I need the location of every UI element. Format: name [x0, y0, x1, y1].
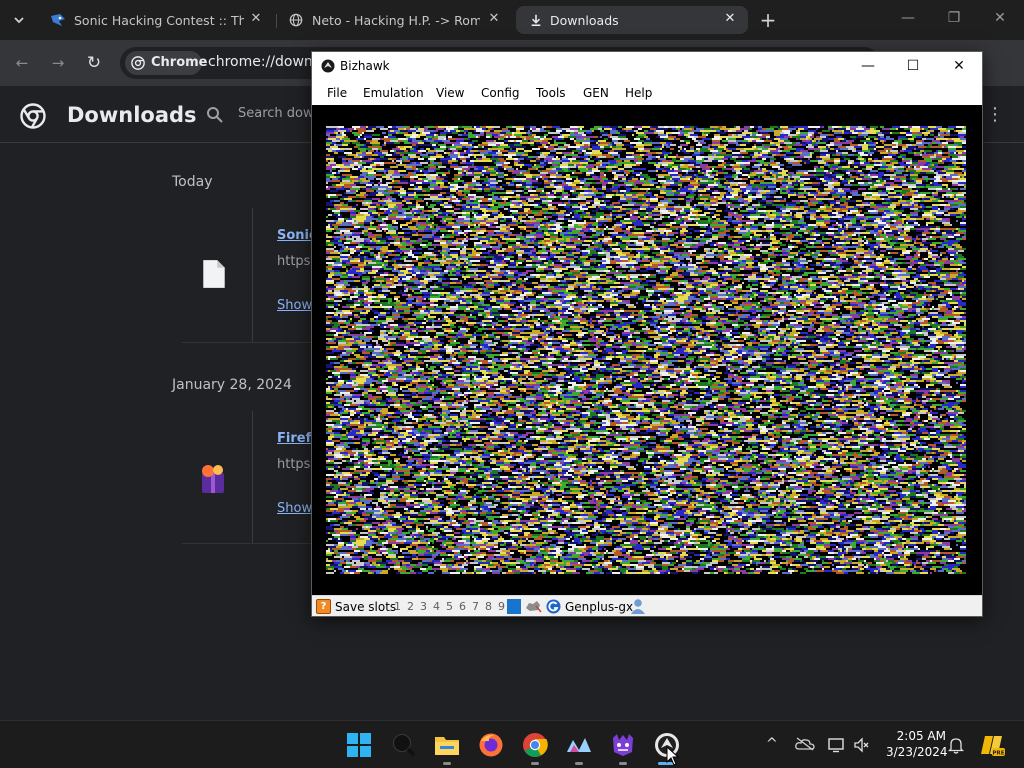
chrome-logo-icon — [20, 103, 46, 129]
display-icon[interactable] — [828, 737, 844, 753]
app-wave-icon[interactable] — [566, 732, 592, 758]
bizhawk-window[interactable]: Bizhawk — ☐ ✕ File Emulation View Config… — [311, 51, 983, 617]
save-slot-5[interactable]: 5 — [446, 600, 453, 613]
download-icon — [531, 14, 541, 27]
sonic-icon — [51, 14, 65, 26]
save-slot-selected-indicator[interactable] — [507, 599, 521, 614]
show-in-folder-link[interactable]: Show — [277, 501, 312, 516]
save-slot-8[interactable]: 8 — [485, 600, 492, 613]
running-indicator — [443, 762, 451, 765]
file-explorer-icon[interactable] — [434, 732, 460, 758]
copilot-pre-icon[interactable]: PRE — [980, 732, 1006, 758]
clock-date: 3/23/2024 — [886, 745, 948, 759]
divider — [252, 208, 253, 342]
search-icon[interactable] — [391, 732, 417, 758]
file-icon — [203, 260, 225, 288]
show-hidden-icons-button[interactable]: ^ — [766, 736, 778, 752]
menu-help[interactable]: Help — [625, 86, 652, 100]
reload-button[interactable]: ↻ — [84, 53, 104, 73]
window-title: Bizhawk — [340, 59, 390, 73]
save-slot-7[interactable]: 7 — [472, 600, 479, 613]
tab-title: Neto - Hacking H.P. -> Roms h — [312, 13, 480, 28]
windows-start-icon[interactable] — [346, 732, 372, 758]
bizhawk-titlebar[interactable]: Bizhawk — ☐ ✕ — [312, 52, 982, 81]
chrome-icon[interactable] — [522, 732, 548, 758]
save-slots-label: Save slots — [335, 600, 397, 614]
genplus-core-icon — [546, 599, 561, 614]
emulator-screen[interactable] — [312, 105, 982, 595]
minimize-button[interactable]: — — [858, 57, 878, 75]
bizhawk-menubar: File Emulation View Config Tools GEN Hel… — [312, 81, 982, 105]
tab-sonic-hacking-contest[interactable]: Sonic Hacking Contest :: The Sh ✕ — [38, 6, 274, 34]
running-indicator — [619, 762, 627, 765]
emulation-core-label: Genplus-gx — [565, 600, 634, 614]
download-source-url[interactable]: https: — [277, 457, 315, 472]
tab-search-button[interactable] — [6, 8, 32, 32]
tab-neto-hacking[interactable]: Neto - Hacking H.P. -> Roms h ✕ — [276, 6, 512, 34]
globe-icon — [289, 13, 303, 27]
firefox-installer-icon — [202, 465, 224, 493]
date-header: January 28, 2024 — [172, 377, 292, 393]
chip-label: Chrome — [151, 55, 208, 70]
desktop: Sonic Hacking Contest :: The Sh ✕ Neto -… — [0, 0, 1024, 768]
save-slot-1[interactable]: 1 — [394, 600, 401, 613]
menu-gen[interactable]: GEN — [583, 86, 609, 100]
chevron-down-icon — [14, 17, 24, 24]
taskbar-clock[interactable]: 2:05 AM 3/23/2024 — [886, 728, 948, 760]
speaker-muted-icon[interactable] — [854, 737, 870, 753]
running-indicator — [531, 762, 539, 765]
tab-title: Sonic Hacking Contest :: The Sh — [74, 13, 244, 28]
bizhawk-statusbar: ? Save slots 1 2 3 4 5 6 7 8 9 Genplus-g… — [312, 595, 982, 616]
close-icon[interactable]: ✕ — [486, 11, 502, 27]
close-icon[interactable]: ✕ — [248, 11, 264, 27]
menu-view[interactable]: View — [436, 86, 464, 100]
save-slot-6[interactable]: 6 — [459, 600, 466, 613]
menu-emulation[interactable]: Emulation — [363, 86, 424, 100]
onedrive-icon[interactable] — [795, 737, 815, 751]
more-options-icon[interactable]: ⋮ — [986, 104, 1004, 125]
page-title: Downloads — [67, 103, 197, 127]
bizhawk-icon — [321, 59, 335, 73]
save-slot-4[interactable]: 4 — [433, 600, 440, 613]
firefox-icon[interactable] — [478, 732, 504, 758]
running-indicator — [575, 762, 583, 765]
date-header: Today — [172, 174, 213, 190]
clock-time: 2:05 AM — [896, 729, 946, 743]
close-button[interactable]: ✕ — [990, 10, 1010, 26]
menu-tools[interactable]: Tools — [536, 86, 566, 100]
chrome-tab-strip: Sonic Hacking Contest :: The Sh ✕ Neto -… — [0, 0, 1024, 40]
user-icon — [631, 599, 645, 614]
new-tab-button[interactable]: + — [757, 9, 779, 31]
menu-file[interactable]: File — [327, 86, 347, 100]
app-monster-icon[interactable] — [610, 732, 636, 758]
taskbar: ^ 2:05 AM 3/23/2024 PRE — [0, 720, 1024, 768]
notification-bell-icon[interactable] — [948, 736, 964, 754]
back-button[interactable]: ← — [12, 53, 32, 73]
chrome-logo-icon — [131, 56, 145, 70]
close-button[interactable]: ✕ — [949, 57, 969, 75]
chrome-origin-chip[interactable]: Chrome — [125, 51, 208, 75]
animal-status-icon — [526, 601, 542, 613]
forward-button[interactable]: → — [48, 53, 68, 73]
show-in-folder-link[interactable]: Show — [277, 298, 312, 313]
svg-text:PRE: PRE — [992, 751, 1004, 757]
save-slot-9[interactable]: 9 — [498, 600, 505, 613]
emulator-glitch-display — [326, 126, 966, 574]
menu-config[interactable]: Config — [481, 86, 520, 100]
mouse-cursor-icon — [666, 746, 680, 766]
rom-status-icon: ? — [316, 599, 331, 614]
search-icon — [207, 107, 223, 123]
save-slot-2[interactable]: 2 — [407, 600, 414, 613]
close-icon[interactable]: ✕ — [722, 11, 738, 27]
download-source-url[interactable]: https: — [277, 254, 315, 269]
divider — [252, 411, 253, 543]
restore-button[interactable]: ❐ — [944, 10, 964, 26]
maximize-button[interactable]: ☐ — [903, 57, 923, 75]
save-slot-3[interactable]: 3 — [420, 600, 427, 613]
minimize-button[interactable]: — — [898, 10, 918, 26]
tab-title: Downloads — [550, 13, 619, 28]
tab-downloads[interactable]: Downloads ✕ — [516, 6, 748, 34]
